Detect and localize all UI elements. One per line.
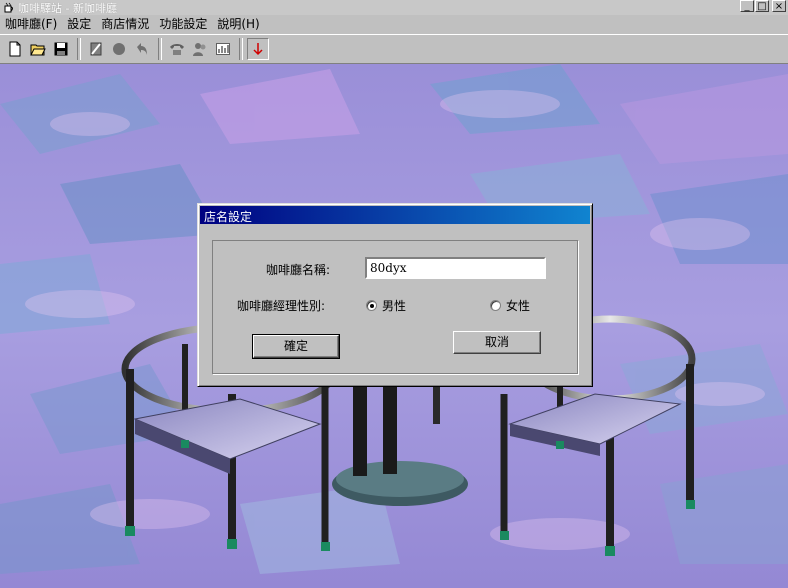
save-button[interactable] [50, 38, 72, 60]
radio-male[interactable]: 男性 [366, 297, 406, 314]
ok-button[interactable]: 確定 [252, 334, 340, 359]
menu-bar: 咖啡廳(F) 設定 商店情況 功能設定 說明(H) [0, 15, 788, 34]
phone-button[interactable] [166, 38, 188, 60]
undo-icon [137, 43, 147, 55]
menu-cafe[interactable]: 咖啡廳(F) [0, 15, 62, 34]
chart-icon [216, 43, 230, 55]
phone-icon [170, 44, 184, 55]
tool-icon [90, 42, 102, 56]
people-icon [193, 43, 206, 56]
cafe-name-label: 咖啡廳名稱: [266, 263, 331, 277]
menu-store-status[interactable]: 商店情況 [96, 15, 154, 34]
open-folder-icon [30, 44, 46, 56]
record-icon [113, 43, 125, 55]
cancel-button[interactable]: 取消 [453, 331, 541, 354]
radio-male-indicator [366, 300, 377, 311]
close-button[interactable]: × [772, 0, 786, 12]
menu-settings[interactable]: 設定 [62, 15, 96, 34]
dialog-titlebar[interactable]: 店名設定 [200, 206, 590, 224]
window-title: 咖啡驛站 - 新咖啡廳 [18, 1, 117, 15]
toolbar-separator [158, 38, 162, 60]
people-button[interactable] [189, 38, 211, 60]
toolbar [0, 34, 788, 64]
down-arrow-button[interactable] [247, 38, 269, 60]
maximize-button[interactable]: □ [755, 0, 769, 12]
menu-help[interactable]: 說明(H) [212, 15, 264, 34]
radio-female-indicator [490, 300, 501, 311]
dialog-title: 店名設定 [204, 210, 253, 224]
radio-female-label: 女性 [506, 299, 531, 313]
window-titlebar: 咖啡驛站 - 新咖啡廳 _ □ × [0, 0, 788, 15]
cafe-name-input[interactable]: 80dyx [365, 257, 546, 279]
minimize-button[interactable]: _ [740, 0, 754, 12]
shop-name-dialog: 店名設定 咖啡廳名稱: 80dyx 咖啡廳經理性別: 男性 女性 確定 取消 [197, 203, 593, 387]
toolbar-separator [239, 38, 243, 60]
radio-female[interactable]: 女性 [490, 297, 530, 314]
down-arrow-icon [253, 43, 263, 56]
coffee-cup-icon [4, 2, 13, 12]
tool-button[interactable] [85, 38, 107, 60]
new-file-button[interactable] [4, 38, 26, 60]
menu-function-settings[interactable]: 功能設定 [154, 15, 212, 34]
manager-gender-label: 咖啡廳經理性別: [237, 299, 326, 313]
open-button[interactable] [27, 38, 49, 60]
new-file-icon [9, 41, 21, 57]
toolbar-separator [77, 38, 81, 60]
radio-male-label: 男性 [382, 299, 407, 313]
save-icon [54, 42, 68, 56]
chart-button[interactable] [212, 38, 234, 60]
undo-button[interactable] [131, 38, 153, 60]
record-button[interactable] [108, 38, 130, 60]
